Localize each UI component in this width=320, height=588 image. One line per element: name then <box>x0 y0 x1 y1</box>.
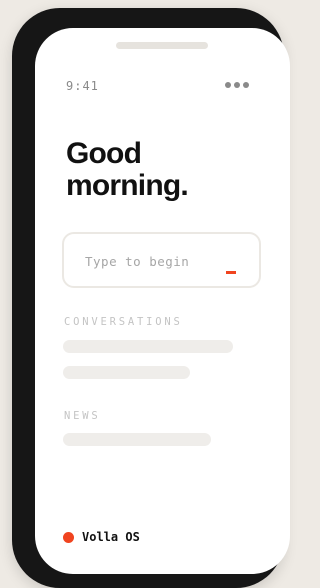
speaker-notch <box>116 42 208 49</box>
more-dots-icon[interactable] <box>225 82 249 88</box>
menu-dot <box>243 82 249 88</box>
command-input[interactable]: Type to begin <box>62 232 261 288</box>
news-placeholder-row[interactable] <box>63 433 211 446</box>
conversation-placeholder-row[interactable] <box>63 340 233 353</box>
status-time: 9:41 <box>66 79 99 93</box>
text-cursor <box>226 271 236 274</box>
input-placeholder: Type to begin <box>85 254 190 269</box>
news-label: NEWS <box>64 410 101 422</box>
menu-dot <box>225 82 231 88</box>
phone-screen: 9:41 Good morning. Type to begin CONVERS… <box>35 28 290 574</box>
brand-name: Volla OS <box>82 530 140 544</box>
conversations-label: CONVERSATIONS <box>64 316 183 328</box>
brand-footer: Volla OS <box>63 530 140 544</box>
brand-logo-dot <box>63 531 74 543</box>
menu-dot <box>234 82 240 88</box>
phone-frame: 9:41 Good morning. Type to begin CONVERS… <box>12 8 290 588</box>
greeting-title: Good morning. <box>66 137 189 202</box>
conversation-placeholder-row[interactable] <box>63 366 190 379</box>
